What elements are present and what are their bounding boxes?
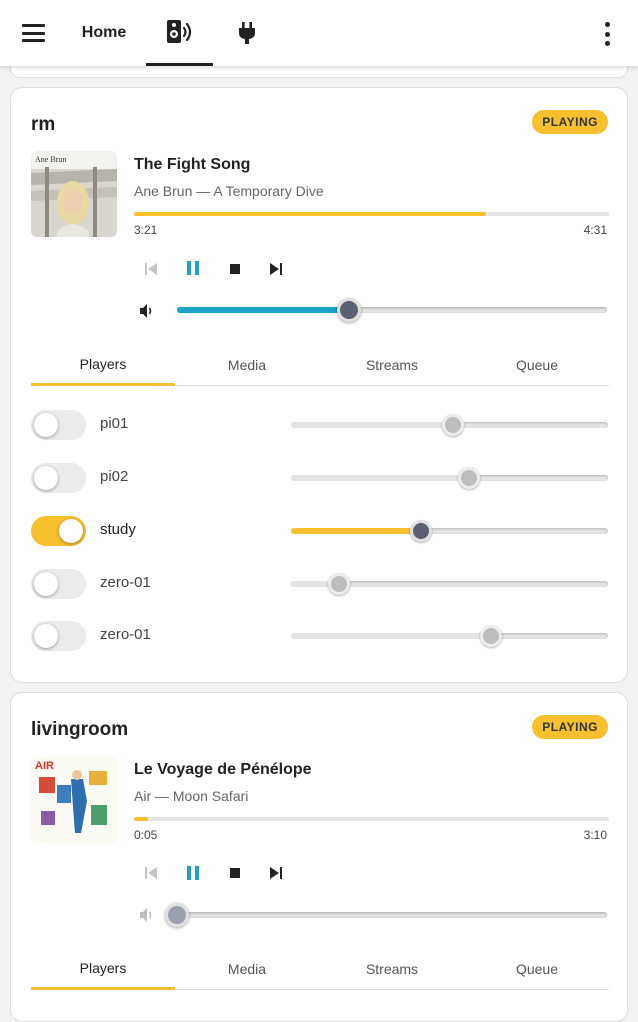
next-button[interactable] <box>262 255 290 283</box>
elapsed-time: 0:05 <box>134 828 158 842</box>
tab-streams[interactable]: Streams <box>320 948 464 990</box>
player-name: pi01 <box>100 415 129 432</box>
player-name: study <box>100 521 136 538</box>
player-row: pi02 <box>31 455 609 499</box>
duration-time: 4:31 <box>583 223 607 237</box>
toggle-knob <box>34 572 58 596</box>
player-volume-fill <box>291 475 469 481</box>
status-badge: PLAYING <box>532 110 608 134</box>
tab-queue[interactable]: Queue <box>465 344 609 386</box>
player-name: zero-01 <box>100 626 151 643</box>
track-progress-bar[interactable] <box>134 817 609 821</box>
pause-button[interactable] <box>179 254 207 282</box>
more-options-icon[interactable] <box>602 22 612 46</box>
player-name: zero-01 <box>100 574 151 591</box>
player-row: study <box>31 508 609 552</box>
group-card-livingroom: livingroom PLAYING AIR Le Voyage de Péné… <box>10 692 628 1022</box>
pause-button[interactable] <box>179 859 207 887</box>
toggle-knob <box>34 624 58 648</box>
player-volume-thumb[interactable] <box>409 520 432 542</box>
player-toggle[interactable] <box>31 463 86 493</box>
player-volume-thumb[interactable] <box>441 414 464 436</box>
album-art-text: Ane Brun <box>35 155 66 164</box>
album-art: Ane Brun <box>31 151 117 237</box>
toggle-knob <box>59 519 83 543</box>
pause-icon <box>187 866 199 880</box>
tab-streams[interactable]: Streams <box>320 344 464 386</box>
track-title: The Fight Song <box>134 156 251 173</box>
player-volume-thumb[interactable] <box>457 467 480 489</box>
group-volume-thumb[interactable] <box>337 298 361 322</box>
toggle-knob <box>34 466 58 490</box>
track-progress-fill <box>134 212 486 216</box>
player-row: zero-01 <box>31 613 609 657</box>
status-badge: PLAYING <box>532 715 608 739</box>
stop-icon <box>230 264 240 274</box>
player-name: pi02 <box>100 468 129 485</box>
group-card-rm: rm PLAYING Ane Brun The Fight Song Ane B… <box>10 87 628 683</box>
player-volume-fill <box>291 528 421 534</box>
player-volume-slider[interactable] <box>291 520 608 542</box>
player-toggle[interactable] <box>31 621 86 651</box>
player-volume-slider[interactable] <box>291 414 608 436</box>
track-title: Le Voyage de Pénélope <box>134 761 312 778</box>
track-artist-album: Ane Brun — A Temporary Dive <box>134 183 324 199</box>
player-toggle[interactable] <box>31 569 86 599</box>
group-volume-thumb[interactable] <box>165 903 189 927</box>
tab-speakers[interactable] <box>146 0 213 66</box>
album-art: AIR <box>31 757 117 843</box>
tab-queue[interactable]: Queue <box>465 948 609 990</box>
group-tabs: Players Media Streams Queue <box>31 344 609 386</box>
tab-players[interactable]: Players <box>31 344 175 386</box>
next-button[interactable] <box>262 859 290 887</box>
skip-previous-icon <box>145 867 157 879</box>
toggle-knob <box>34 413 58 437</box>
player-volume-thumb[interactable] <box>327 573 350 595</box>
player-row: pi01 <box>31 402 609 446</box>
tab-media[interactable]: Media <box>175 948 319 990</box>
album-art-text: AIR <box>35 760 54 772</box>
stop-button[interactable] <box>221 859 249 887</box>
skip-next-icon <box>270 867 282 879</box>
group-volume-slider[interactable] <box>165 903 607 927</box>
stop-icon <box>230 868 240 878</box>
pause-icon <box>187 261 199 275</box>
elapsed-time: 3:21 <box>134 223 158 237</box>
player-volume-fill <box>291 422 453 428</box>
tab-home[interactable]: Home <box>70 0 138 66</box>
player-row: zero-01 <box>31 561 609 605</box>
group-name: rm <box>31 114 56 135</box>
tab-players[interactable]: Players <box>31 948 175 990</box>
skip-next-icon <box>270 263 282 275</box>
stop-button[interactable] <box>221 255 249 283</box>
player-toggle[interactable] <box>31 516 86 546</box>
previous-button[interactable] <box>137 859 165 887</box>
duration-time: 3:10 <box>583 828 607 842</box>
group-volume-fill <box>177 307 349 313</box>
tab-media[interactable]: Media <box>175 344 319 386</box>
speaker-icon <box>166 19 191 43</box>
group-tabs: Players Media Streams Queue <box>31 948 609 990</box>
menu-icon[interactable] <box>22 24 45 42</box>
player-volume-slider[interactable] <box>291 625 608 647</box>
previous-button[interactable] <box>137 255 165 283</box>
group-name: livingroom <box>31 719 129 740</box>
player-volume-slider[interactable] <box>291 573 608 595</box>
track-artist-album: Air — Moon Safari <box>134 788 249 804</box>
group-volume-slider[interactable] <box>177 298 607 322</box>
skip-previous-icon <box>145 263 157 275</box>
player-toggle[interactable] <box>31 410 86 440</box>
player-volume-fill <box>291 633 491 639</box>
plug-icon <box>238 22 255 44</box>
top-app-bar: Home <box>0 0 638 66</box>
player-volume-thumb[interactable] <box>479 625 502 647</box>
tab-integrations[interactable] <box>213 0 280 66</box>
track-progress-bar[interactable] <box>134 212 609 216</box>
volume-icon[interactable] <box>138 302 156 320</box>
track-progress-fill <box>134 817 149 821</box>
volume-icon[interactable] <box>138 906 156 924</box>
player-volume-slider[interactable] <box>291 467 608 489</box>
